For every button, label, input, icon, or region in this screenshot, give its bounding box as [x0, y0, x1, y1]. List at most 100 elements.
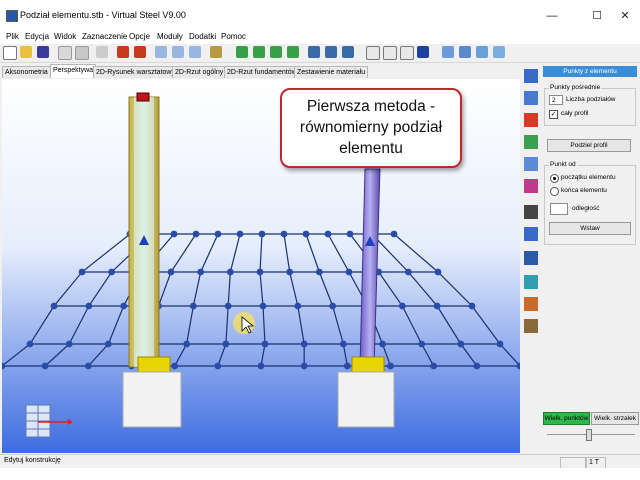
grid-node: [390, 230, 398, 238]
grid-node: [433, 302, 441, 310]
view-cube-2-icon[interactable]: [253, 46, 265, 58]
grid-node: [434, 268, 442, 276]
grid-node: [345, 268, 353, 276]
zoom-window-icon[interactable]: [189, 46, 201, 58]
divisions-label: Liczba podziałów: [566, 96, 616, 103]
section-icon[interactable]: [210, 46, 222, 58]
grid-node: [104, 340, 112, 348]
distance-input[interactable]: [550, 203, 568, 215]
annotation-callout: Pierwsza metoda - równomierny podział el…: [280, 88, 462, 168]
point-tool-icon[interactable]: [524, 275, 538, 289]
plate-tool-icon[interactable]: [524, 135, 538, 149]
grid-node: [257, 362, 265, 370]
open-folder-icon[interactable]: [20, 46, 32, 58]
view-tabs: Aksonometria Perspektywa 2D-Rysunek wars…: [0, 64, 520, 78]
render-icon[interactable]: [417, 46, 429, 58]
print-icon[interactable]: [58, 46, 72, 60]
title-bar: Podział elementu.stb - Virtual Steel V9.…: [0, 0, 640, 30]
tab-perspektywa[interactable]: Perspektywa: [50, 64, 97, 78]
tab-zestawienie[interactable]: Zestawienie materiału: [294, 66, 369, 78]
grid-node: [315, 268, 323, 276]
end-radio[interactable]: [550, 187, 559, 196]
properties-panel: Punkty z elementu Punkty pośrednie 2 Lic…: [541, 64, 640, 453]
grid-node: [329, 302, 337, 310]
menu-moduly[interactable]: Moduły: [157, 32, 183, 41]
divisions-input[interactable]: 2: [549, 95, 563, 105]
view-cube-1-icon[interactable]: [236, 46, 248, 58]
grid-tool-icon[interactable]: [524, 251, 538, 265]
grid-node: [387, 362, 394, 370]
callout-line-1: Pierwsza metoda -: [306, 98, 436, 115]
plane-1-icon[interactable]: [308, 46, 320, 58]
measure-tool-icon[interactable]: [524, 297, 538, 311]
purlin-tool-icon[interactable]: [524, 179, 538, 193]
view-cube-3-icon[interactable]: [270, 46, 282, 58]
tool-2-icon[interactable]: [459, 46, 471, 58]
start-radio-label: początku elementu: [561, 174, 616, 181]
frame-3-icon[interactable]: [400, 46, 414, 60]
split-profile-button[interactable]: Podziel profil: [547, 139, 631, 152]
connection-tool-icon[interactable]: [524, 227, 538, 241]
tab-rzut-fundamentow[interactable]: 2D-Rzut fundamentów: [224, 66, 300, 78]
minimize-button[interactable]: —: [537, 8, 567, 24]
whole-profile-checkbox[interactable]: ✓: [549, 110, 558, 119]
menu-dodatki[interactable]: Dodatki: [189, 32, 216, 41]
menu-widok[interactable]: Widok: [54, 32, 76, 41]
size-slider-thumb[interactable]: [586, 429, 592, 441]
tool-1-icon[interactable]: [442, 46, 454, 58]
panel-header: Punkty z elementu: [543, 66, 637, 77]
redo-icon[interactable]: [134, 46, 146, 58]
start-radio[interactable]: [550, 174, 559, 183]
camera-tool-icon[interactable]: [524, 205, 538, 219]
zoom-out-icon[interactable]: [172, 46, 184, 58]
view-cube-4-icon[interactable]: [287, 46, 299, 58]
save-icon[interactable]: [37, 46, 49, 58]
grid-node: [189, 302, 197, 310]
tool-3-icon[interactable]: [476, 46, 488, 58]
group-point-from: Punkt od początku elementu końca element…: [544, 161, 636, 245]
maximize-button[interactable]: ☐: [582, 8, 612, 24]
side-toolbar: [521, 64, 541, 453]
bracing-tool-icon[interactable]: [524, 113, 538, 127]
tool-4-icon[interactable]: [493, 46, 505, 58]
menu-pomoc[interactable]: Pomoc: [221, 32, 246, 41]
menu-plik[interactable]: Plik: [6, 32, 19, 41]
close-button[interactable]: ✕: [610, 8, 640, 24]
frame-1-icon[interactable]: [366, 46, 380, 60]
tab-rysunek-warsztatowy[interactable]: 2D-Rysunek warsztatowy: [93, 66, 178, 78]
grid-node: [65, 340, 73, 348]
cut-icon[interactable]: [96, 46, 108, 58]
3d-viewport[interactable]: Pierwsza metoda - równomierny podział el…: [2, 79, 520, 453]
grid-node: [302, 230, 310, 238]
grid-node: [214, 362, 222, 370]
column-tool-icon[interactable]: [524, 91, 538, 105]
base-plate-left: [137, 356, 171, 374]
distance-label: odległość: [572, 205, 600, 212]
zoom-in-icon[interactable]: [155, 46, 167, 58]
status-bar: Edytuj konstrukcję 1 T: [0, 454, 640, 469]
weld-tool-icon[interactable]: [524, 319, 538, 333]
plane-2-icon[interactable]: [325, 46, 337, 58]
profile-tool-icon[interactable]: [524, 157, 538, 171]
grid-node: [379, 340, 386, 348]
beam-tool-icon[interactable]: [524, 69, 538, 83]
undo-icon[interactable]: [117, 46, 129, 58]
frame-2-icon[interactable]: [383, 46, 397, 60]
menu-opcje[interactable]: Opcje: [129, 32, 150, 41]
plane-3-icon[interactable]: [342, 46, 354, 58]
tab-aksonometria[interactable]: Aksonometria: [2, 66, 51, 78]
grid-node: [120, 302, 128, 310]
menu-zaznaczenie[interactable]: Zaznaczenie: [82, 32, 127, 41]
end-radio-label: końca elementu: [561, 187, 607, 194]
arrow-size-button[interactable]: Wielk. strzałek: [591, 412, 639, 425]
grid-node: [294, 302, 302, 310]
menu-edycja[interactable]: Edycja: [25, 32, 49, 41]
foundation-left: [122, 371, 182, 428]
main-toolbar: [0, 44, 640, 63]
tab-rzut-ogolny[interactable]: 2D-Rzut ogólny: [172, 66, 227, 78]
preview-icon[interactable]: [75, 46, 89, 60]
point-size-button[interactable]: Wielk. punktów: [543, 412, 590, 425]
insert-button[interactable]: Wstaw: [549, 222, 631, 235]
grid-node: [398, 302, 406, 310]
new-file-icon[interactable]: [3, 46, 17, 60]
